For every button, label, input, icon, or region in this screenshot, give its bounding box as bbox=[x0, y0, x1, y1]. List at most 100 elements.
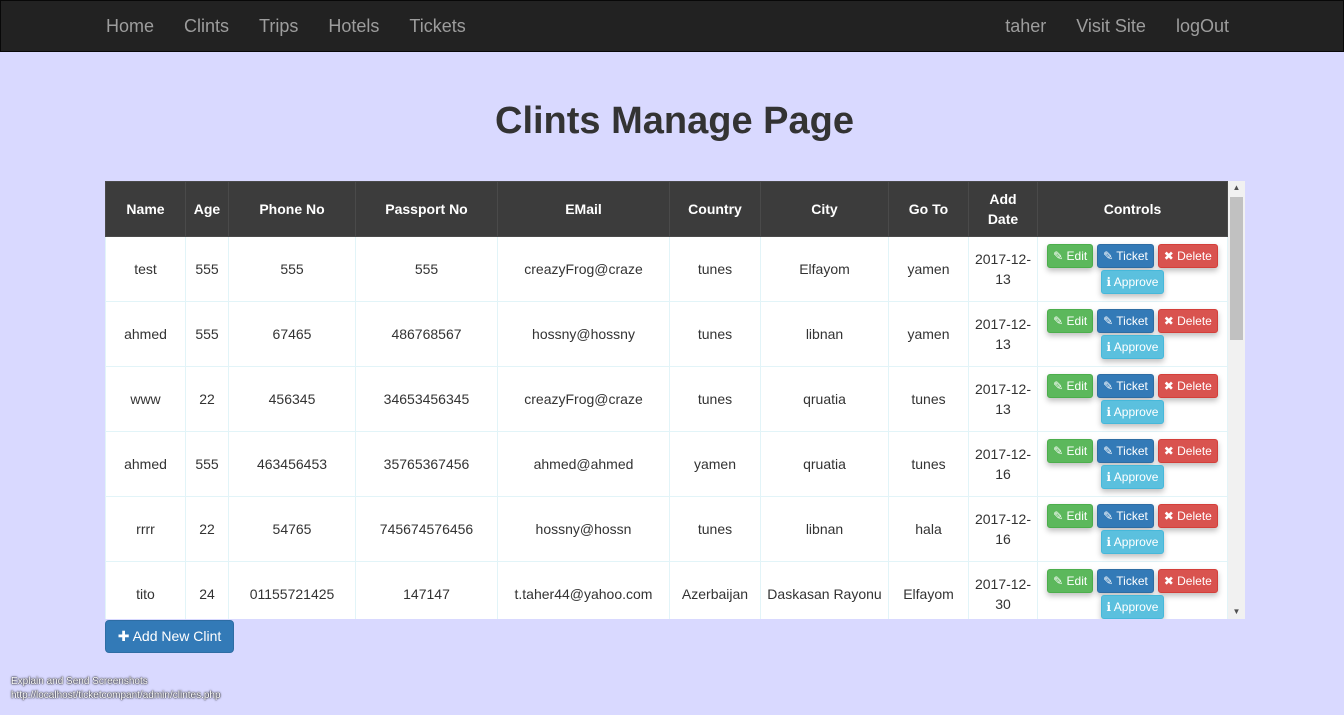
top-navbar: Home Clints Trips Hotels Tickets taher V… bbox=[0, 0, 1344, 52]
table-cell: 2017-12-13 bbox=[968, 236, 1038, 302]
table-row: rrrr 22 54765 745674576456 hossny@hossn tunes… bbox=[105, 496, 1228, 562]
table-cell: 2017-12-13 bbox=[968, 301, 1038, 367]
controls-cell: ✎ Edit ✎ Ticket ✖ Delete ℹ Approve bbox=[1037, 496, 1228, 562]
edit-icon: ✎ bbox=[1053, 444, 1067, 458]
add-new-clint-label: Add New Clint bbox=[132, 628, 222, 644]
ticket-button[interactable]: ✎ Ticket bbox=[1097, 374, 1154, 398]
table-row: www 22 456345 34653456345 creazyFrog@craze tu… bbox=[105, 366, 1228, 432]
footer-explain-text: Explain and Send Screenshots bbox=[11, 676, 148, 687]
table-cell: 22 bbox=[185, 366, 229, 432]
footer-note: Explain and Send Screenshots http://loca… bbox=[11, 675, 221, 703]
nav-visit-site-link[interactable]: Visit Site bbox=[1061, 1, 1161, 51]
ticket-button[interactable]: ✎ Ticket bbox=[1097, 504, 1154, 528]
ticket-icon: ✎ bbox=[1103, 509, 1117, 523]
table-cell: 35765367456 bbox=[355, 431, 498, 497]
nav-left-group: Home Clints Trips Hotels Tickets bbox=[91, 1, 481, 51]
table-cell: 486768567 bbox=[355, 301, 498, 367]
table-cell: 2017-12-16 bbox=[968, 496, 1038, 562]
table-cell: www bbox=[105, 366, 186, 432]
info-icon: ℹ bbox=[1106, 275, 1114, 289]
table-cell: 01155721425 bbox=[228, 561, 356, 619]
controls-cell: ✎ Edit ✎ Ticket ✖ Delete ℹ Approve bbox=[1037, 561, 1228, 619]
edit-button-label: Edit bbox=[1066, 444, 1088, 458]
add-new-clint-button[interactable]: ✚ Add New Clint bbox=[105, 620, 234, 653]
edit-button-label: Edit bbox=[1066, 574, 1088, 588]
ticket-button-label: Ticket bbox=[1116, 249, 1148, 263]
nav-home-link[interactable]: Home bbox=[91, 1, 169, 51]
table-cell: 54765 bbox=[228, 496, 356, 562]
column-header: EMail bbox=[497, 181, 670, 237]
approve-button-label: Approve bbox=[1113, 275, 1159, 289]
nav-logout-link[interactable]: logOut bbox=[1161, 1, 1244, 51]
scroll-down-arrow-icon[interactable]: ▼ bbox=[1228, 605, 1245, 619]
delete-button-label: Delete bbox=[1177, 249, 1212, 263]
ticket-button[interactable]: ✎ Ticket bbox=[1097, 439, 1154, 463]
ticket-button[interactable]: ✎ Ticket bbox=[1097, 309, 1154, 333]
delete-button-label: Delete bbox=[1177, 444, 1212, 458]
scrollbar-thumb[interactable] bbox=[1230, 197, 1243, 340]
nav-user-link[interactable]: taher bbox=[990, 1, 1061, 51]
table-cell: creazyFrog@craze bbox=[497, 236, 670, 302]
delete-button[interactable]: ✖ Delete bbox=[1157, 244, 1218, 268]
table-cell: tunes bbox=[669, 366, 761, 432]
table-cell: tunes bbox=[888, 431, 969, 497]
edit-button[interactable]: ✎ Edit bbox=[1047, 309, 1094, 333]
edit-button[interactable]: ✎ Edit bbox=[1047, 504, 1094, 528]
table-row: ahmed 555 67465 486768567 hossny@hossny tunes… bbox=[105, 301, 1228, 367]
column-header: Age bbox=[185, 181, 229, 237]
table-cell: hala bbox=[888, 496, 969, 562]
ticket-button[interactable]: ✎ Ticket bbox=[1097, 569, 1154, 593]
approve-button[interactable]: ℹ Approve bbox=[1100, 595, 1165, 619]
ticket-button-label: Ticket bbox=[1116, 574, 1148, 588]
controls-cell: ✎ Edit ✎ Ticket ✖ Delete ℹ Approve bbox=[1037, 301, 1228, 367]
nav-right-group: taher Visit Site logOut bbox=[990, 1, 1244, 51]
nav-tickets-link[interactable]: Tickets bbox=[394, 1, 480, 51]
ticket-button[interactable]: ✎ Ticket bbox=[1097, 244, 1154, 268]
nav-trips-link[interactable]: Trips bbox=[244, 1, 313, 51]
table-cell: yamen bbox=[888, 301, 969, 367]
ticket-button-label: Ticket bbox=[1116, 314, 1148, 328]
delete-button[interactable]: ✖ Delete bbox=[1157, 374, 1218, 398]
table-cell: Elfayom bbox=[888, 561, 969, 619]
approve-button[interactable]: ℹ Approve bbox=[1100, 530, 1165, 554]
edit-icon: ✎ bbox=[1053, 509, 1067, 523]
delete-button[interactable]: ✖ Delete bbox=[1157, 569, 1218, 593]
approve-button-label: Approve bbox=[1113, 405, 1159, 419]
info-icon: ℹ bbox=[1106, 535, 1114, 549]
table-cell: tunes bbox=[888, 366, 969, 432]
info-icon: ℹ bbox=[1106, 340, 1114, 354]
delete-icon: ✖ bbox=[1163, 574, 1178, 588]
delete-button[interactable]: ✖ Delete bbox=[1157, 504, 1218, 528]
approve-button[interactable]: ℹ Approve bbox=[1100, 465, 1165, 489]
approve-button[interactable]: ℹ Approve bbox=[1100, 400, 1165, 424]
table-cell: 22 bbox=[185, 496, 229, 562]
table-cell: tito bbox=[105, 561, 186, 619]
approve-button[interactable]: ℹ Approve bbox=[1100, 335, 1165, 359]
nav-hotels-link[interactable]: Hotels bbox=[313, 1, 394, 51]
table-scrollbar[interactable]: ▲ ▼ bbox=[1228, 181, 1245, 619]
approve-button-label: Approve bbox=[1113, 340, 1159, 354]
controls-cell: ✎ Edit ✎ Ticket ✖ Delete ℹ Approve bbox=[1037, 236, 1228, 302]
table-cell: Azerbaijan bbox=[669, 561, 761, 619]
edit-button[interactable]: ✎ Edit bbox=[1047, 244, 1094, 268]
nav-clints-link[interactable]: Clints bbox=[169, 1, 244, 51]
edit-button-label: Edit bbox=[1066, 314, 1088, 328]
table-cell: 555 bbox=[228, 236, 356, 302]
column-header: Add Date bbox=[968, 181, 1038, 237]
delete-button[interactable]: ✖ Delete bbox=[1157, 309, 1218, 333]
edit-icon: ✎ bbox=[1053, 574, 1067, 588]
delete-icon: ✖ bbox=[1163, 509, 1178, 523]
table-cell: 463456453 bbox=[228, 431, 356, 497]
edit-button[interactable]: ✎ Edit bbox=[1047, 374, 1094, 398]
approve-button[interactable]: ℹ Approve bbox=[1100, 270, 1165, 294]
info-icon: ℹ bbox=[1106, 405, 1114, 419]
delete-button[interactable]: ✖ Delete bbox=[1157, 439, 1218, 463]
scroll-up-arrow-icon[interactable]: ▲ bbox=[1228, 181, 1245, 195]
edit-button[interactable]: ✎ Edit bbox=[1047, 569, 1094, 593]
approve-button-label: Approve bbox=[1113, 535, 1159, 549]
ticket-button-label: Ticket bbox=[1116, 509, 1148, 523]
table-cell: 2017-12-16 bbox=[968, 431, 1038, 497]
table-row: ahmed 555 463456453 35765367456 ahmed@ahmed y… bbox=[105, 431, 1228, 497]
table-cell: 34653456345 bbox=[355, 366, 498, 432]
edit-button[interactable]: ✎ Edit bbox=[1047, 439, 1094, 463]
